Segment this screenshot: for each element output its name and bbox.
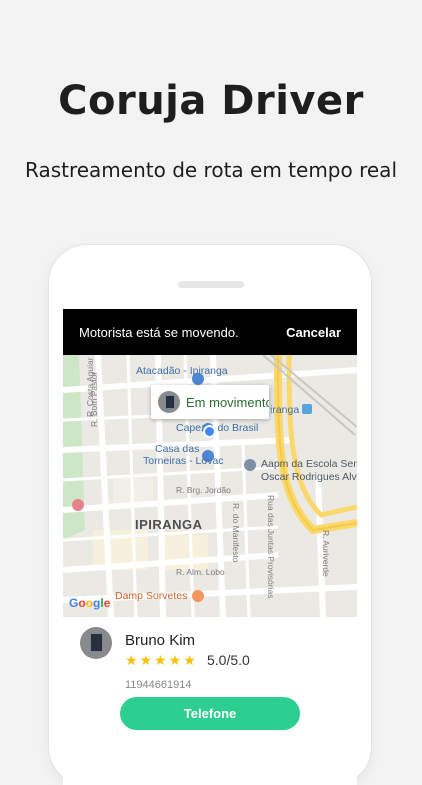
street-brg-jordao: R. Brg. Jordão <box>176 485 231 495</box>
star-rating-icon: ★★★★★ <box>125 652 198 668</box>
driver-name: Bruno Kim <box>125 632 196 649</box>
map-label-casa-line1: Casa das <box>155 443 200 455</box>
hero-title: Coruja Driver <box>58 78 364 124</box>
street-bom-pastor: R. Bom Pastor <box>89 371 99 427</box>
google-logo: Google <box>69 596 111 610</box>
phone-mockup: Motorista está se movendo. Cancelar Atac… <box>49 245 371 785</box>
popup-status-text: Em movimento <box>186 394 269 410</box>
call-driver-button[interactable]: Telefone <box>120 697 300 730</box>
map-label-aapm-line1: Aapm da Escola Sena <box>261 458 357 470</box>
popup-driver-avatar <box>158 391 180 413</box>
driver-rating: 5.0/5.0 <box>207 652 250 668</box>
driver-location-dot <box>203 425 216 438</box>
driver-phone-number: 11944661914 <box>125 679 192 691</box>
street-juntas-provisorias: Rua das Juntas Provisórias <box>266 495 276 599</box>
street-alm-lobo: R. Alm. Lobo <box>176 567 225 577</box>
map-label-ipiranga-station: iranga <box>270 404 300 416</box>
cancel-button[interactable]: Cancelar <box>286 325 341 340</box>
map-label-capezio: Capezio do Brasil <box>176 422 259 434</box>
driver-status-popup[interactable]: Em movimento <box>151 385 269 419</box>
hero-subtitle: Rastreamento de rota em tempo real <box>24 158 397 182</box>
map-label-ipiranga-district: IPIRANGA <box>135 517 203 532</box>
driver-card: Bruno Kim ★★★★★ 5.0/5.0 11944661914 Tele… <box>63 617 357 785</box>
street-auriverde: R. Auriverde <box>321 530 331 577</box>
map-label-atacadao: Atacadão - Ipiranga <box>136 365 228 377</box>
map-label-damp-sorvetes: Damp Sorvetes <box>115 590 188 602</box>
phone-speaker <box>178 281 244 288</box>
phone-screen: Motorista está se movendo. Cancelar Atac… <box>63 309 357 785</box>
tracking-status-text: Motorista está se movendo. <box>79 324 239 340</box>
street-manifesto: R. do Manifesto <box>231 503 241 563</box>
map-label-casa-line2: Torneiras - Lovac <box>143 455 224 467</box>
tracking-status-bar: Motorista está se movendo. Cancelar <box>63 309 357 355</box>
route-map[interactable]: Atacadão - Ipiranga iranga Capezio do Br… <box>63 355 357 617</box>
map-label-aapm-line2: Oscar Rodrigues Alve <box>261 471 357 483</box>
driver-avatar <box>80 627 112 659</box>
